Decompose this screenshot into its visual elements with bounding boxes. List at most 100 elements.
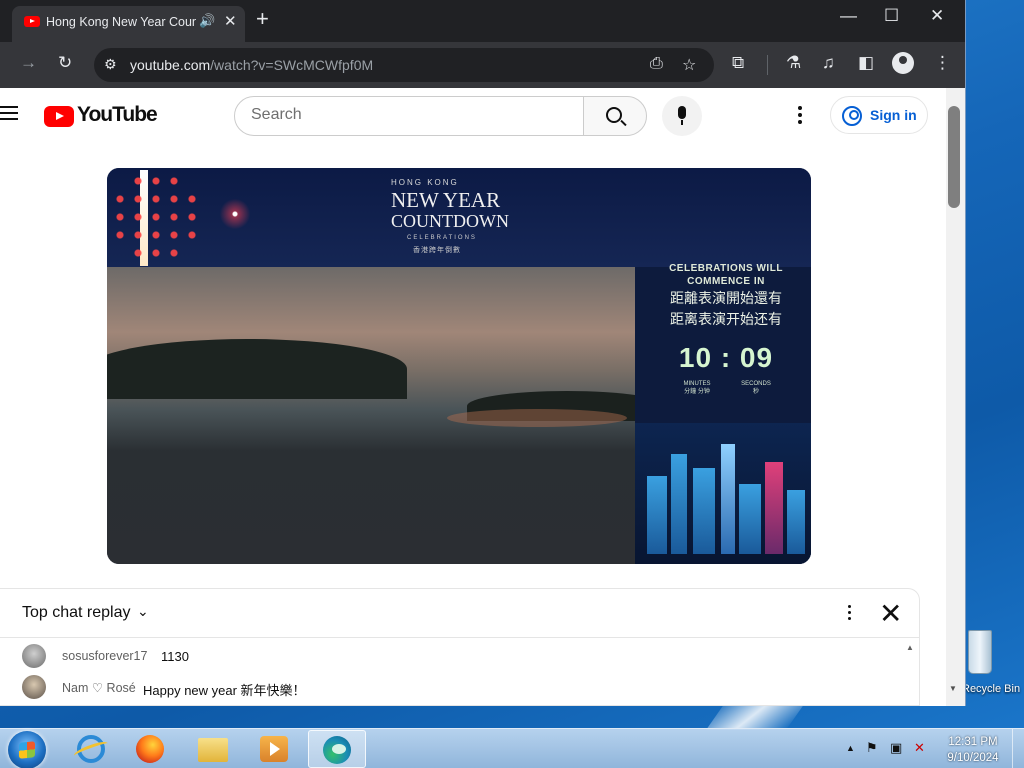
- chat-more-icon[interactable]: [848, 605, 852, 623]
- search-button[interactable]: [583, 96, 647, 136]
- chat-text: Happy new year 新年快樂！: [143, 683, 306, 698]
- page-scrollbar[interactable]: ▼: [946, 88, 965, 706]
- toolbar-separator: [767, 55, 768, 75]
- media-control-icon[interactable]: ♫: [822, 53, 835, 73]
- speaker-icon[interactable]: 🔊: [199, 13, 215, 29]
- minutes-zh: 分鐘 分钟: [684, 389, 710, 395]
- url-host: youtube.com: [130, 57, 211, 73]
- building: [765, 462, 783, 554]
- clock-time: 12:31 PM: [948, 736, 998, 748]
- building: [671, 454, 687, 554]
- seconds-en: SECONDS: [741, 381, 771, 387]
- chat-scroll-up-icon[interactable]: ▲: [906, 643, 914, 652]
- side-panel-icon[interactable]: ◧: [858, 53, 874, 73]
- settings-more-icon[interactable]: [798, 106, 802, 124]
- browser-toolbar: → ↻ ⚙ youtube.com/watch?v=SWcMCWfpf0M ⎙ …: [0, 42, 965, 88]
- taskbar-internet-explorer[interactable]: [62, 730, 116, 768]
- address-bar[interactable]: ⚙ youtube.com/watch?v=SWcMCWfpf0M ⎙ ☆: [94, 48, 714, 82]
- internet-explorer-icon: [77, 735, 105, 763]
- close-chat-icon[interactable]: ✕: [879, 597, 902, 630]
- system-clock[interactable]: 12:31 PM 9/10/2024: [934, 734, 1012, 766]
- voice-search-button[interactable]: [662, 96, 702, 136]
- chat-text: 1130: [161, 649, 189, 664]
- profile-avatar-icon[interactable]: [892, 52, 914, 74]
- scrollbar-thumb[interactable]: [948, 106, 960, 208]
- building: [693, 468, 715, 554]
- building: [739, 484, 761, 554]
- chat-mode-selector[interactable]: Top chat replay: [22, 604, 131, 622]
- commence-traditional: 距離表演開始還有: [670, 290, 782, 306]
- forward-button[interactable]: →: [20, 53, 37, 73]
- site-info-icon[interactable]: ⚙: [104, 56, 117, 73]
- chevron-down-icon[interactable]: ⌄: [137, 603, 149, 620]
- close-tab-icon[interactable]: ✕: [224, 12, 237, 30]
- avatar[interactable]: [22, 675, 46, 699]
- youtube-favicon-icon: [24, 16, 40, 27]
- taskbar-edge[interactable]: [308, 730, 366, 768]
- url-path: /watch?v=SWcMCWfpf0M: [210, 57, 374, 73]
- live-chat-panel: Top chat replay ⌄ ✕ ▲ sosusforever17 113…: [0, 588, 920, 706]
- minimize-button[interactable]: —: [840, 6, 857, 26]
- chat-header: Top chat replay ⌄ ✕: [0, 589, 920, 638]
- guide-menu-icon[interactable]: [0, 106, 18, 120]
- sign-in-button[interactable]: Sign in: [830, 96, 928, 134]
- account-icon: [842, 106, 862, 126]
- labs-flask-icon[interactable]: ⚗: [786, 53, 801, 73]
- install-app-icon[interactable]: ⎙: [650, 55, 663, 73]
- folder-icon: [198, 738, 228, 762]
- edge-browser-icon: [323, 736, 351, 764]
- chat-author[interactable]: sosusforever17: [62, 649, 147, 663]
- taskbar-file-explorer[interactable]: [184, 730, 238, 768]
- youtube-wordmark[interactable]: YouTube: [77, 103, 158, 127]
- extensions-icon[interactable]: ⧉: [732, 53, 744, 73]
- countdown-text: COUNTDOWN: [391, 211, 509, 231]
- close-window-button[interactable]: ✕: [930, 6, 944, 26]
- clock-date: 9/10/2024: [947, 752, 999, 764]
- tab-youtube[interactable]: Hong Kong New Year Countdown 🔊 ✕: [12, 6, 245, 42]
- video-player[interactable]: HONG KONG NEW YEAR COUNTDOWN CELEBRATION…: [107, 168, 811, 564]
- reload-button[interactable]: ↻: [58, 53, 72, 73]
- recycle-bin-shortcut[interactable]: Recycle Bin: [962, 628, 1024, 708]
- scroll-down-icon[interactable]: ▼: [949, 684, 957, 693]
- media-player-icon: [260, 736, 288, 762]
- browser-window: Hong Kong New Year Countdown 🔊 ✕ + — ☐ ✕…: [0, 0, 966, 706]
- maximize-button[interactable]: ☐: [884, 6, 899, 26]
- start-button[interactable]: [8, 731, 46, 768]
- white-firework: [217, 196, 253, 232]
- url-text: youtube.com/watch?v=SWcMCWfpf0M: [130, 57, 373, 73]
- show-desktop-button[interactable]: [1012, 729, 1024, 768]
- taskbar: ▲ ⚑ ▣ ✕ 12:31 PM 9/10/2024: [0, 728, 1024, 768]
- volume-muted-icon[interactable]: ✕: [914, 740, 925, 756]
- commence-english: CELEBRATIONS WILL COMMENCE IN: [669, 263, 783, 287]
- browser-menu-icon[interactable]: ⋮: [934, 53, 951, 73]
- avatar[interactable]: [22, 644, 46, 668]
- building: [721, 444, 735, 554]
- building: [647, 476, 667, 554]
- microphone-icon: [678, 106, 686, 125]
- seconds-label: SECONDS 秒: [736, 380, 776, 396]
- bookmark-star-icon[interactable]: ☆: [682, 55, 696, 75]
- building: [787, 490, 805, 554]
- water-reflection: [447, 409, 627, 427]
- harbour-scene: [107, 267, 635, 564]
- action-center-flag-icon[interactable]: ⚑: [866, 740, 878, 756]
- new-tab-button[interactable]: +: [256, 6, 269, 32]
- hill-left: [107, 339, 407, 399]
- search-box: [234, 96, 584, 136]
- taskbar-media-player[interactable]: [246, 730, 300, 768]
- minutes-label: MINUTES 分鐘 分钟: [677, 380, 717, 396]
- youtube-logo-icon[interactable]: [44, 106, 74, 127]
- hk-chinese-text: 香港跨年倒數: [413, 247, 461, 254]
- video-banner: HONG KONG NEW YEAR COUNTDOWN CELEBRATION…: [107, 168, 811, 267]
- taskbar-firefox[interactable]: [122, 730, 176, 768]
- new-year-text: NEW YEAR: [391, 188, 501, 212]
- chat-author[interactable]: Nam ♡ Rosé: [62, 680, 136, 695]
- red-firework: [111, 172, 201, 262]
- title-bar: Hong Kong New Year Countdown 🔊 ✕ + — ☐ ✕: [0, 0, 965, 42]
- sign-in-label: Sign in: [870, 107, 917, 123]
- show-hidden-icons-icon[interactable]: ▲: [846, 743, 855, 753]
- search-input[interactable]: [251, 106, 551, 124]
- network-icon[interactable]: ▣: [890, 740, 902, 756]
- tab-title: Hong Kong New Year Countdown: [46, 15, 196, 29]
- youtube-page: YouTube Sign in HONG KONG NEW YEAR COUNT…: [0, 88, 946, 706]
